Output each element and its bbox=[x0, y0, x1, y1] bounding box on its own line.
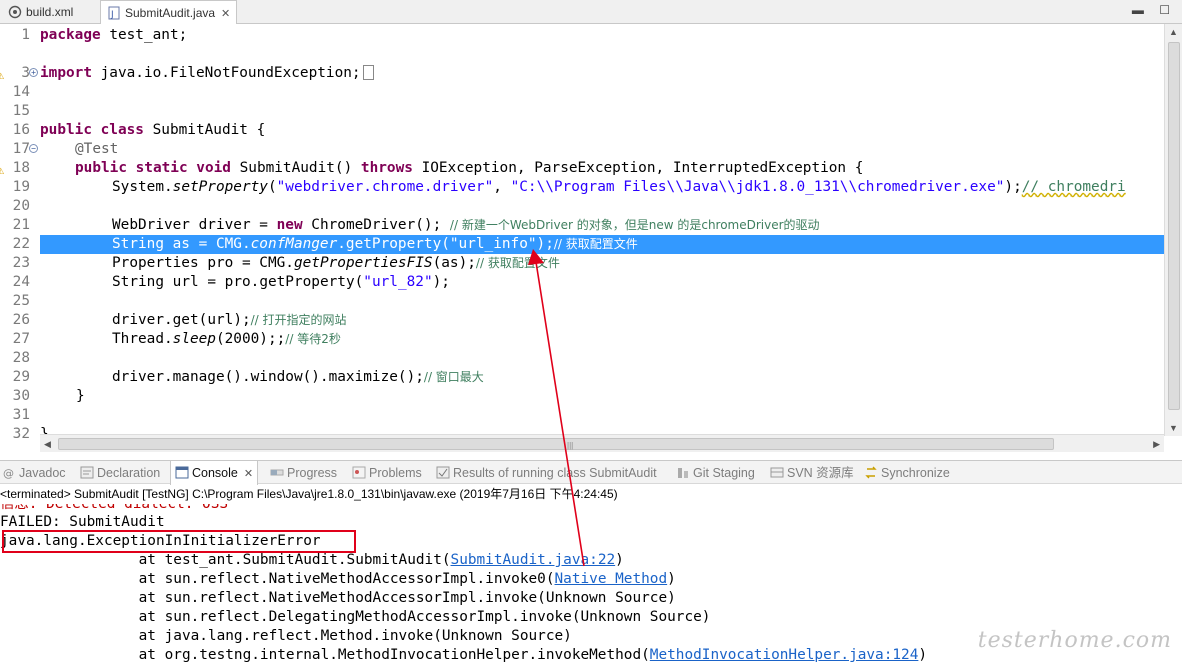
code-line: 16 public class SubmitAudit { bbox=[12, 122, 266, 138]
scroll-right-arrow-icon[interactable]: ▶ bbox=[1153, 439, 1160, 450]
code-line: 20 bbox=[12, 198, 30, 214]
close-icon[interactable]: ✕ bbox=[244, 468, 253, 480]
scroll-up-arrow-icon[interactable]: ▲ bbox=[1169, 27, 1178, 37]
declaration-icon bbox=[80, 466, 94, 479]
xml-file-icon bbox=[8, 5, 22, 19]
stack-trace-link[interactable]: MethodInvocationHelper.java:124 bbox=[650, 647, 919, 663]
window-controls[interactable]: ▬ ☐ bbox=[1132, 3, 1176, 17]
tab-problems[interactable]: Problems bbox=[352, 461, 422, 485]
tab-progress[interactable]: Progress bbox=[270, 461, 337, 485]
code-line: 26 driver.get(url);// 打开指定的网站 bbox=[12, 312, 347, 328]
problems-icon bbox=[352, 466, 366, 479]
tab-synchronize[interactable]: Synchronize bbox=[864, 461, 950, 485]
testng-results-icon bbox=[436, 466, 450, 479]
tab-console[interactable]: Console ✕ bbox=[170, 461, 259, 485]
stack-trace-link[interactable]: Native Method bbox=[555, 571, 668, 587]
javadoc-icon: @ bbox=[3, 467, 14, 479]
editor-horizontal-scrollbar[interactable]: ◀ ||| ▶ bbox=[40, 434, 1164, 452]
editor-vertical-scrollbar[interactable]: ▲ ▼ bbox=[1164, 24, 1182, 436]
synchronize-icon bbox=[865, 466, 877, 479]
code-line: 19 System.setProperty("webdriver.chrome.d… bbox=[12, 179, 1126, 195]
scroll-left-arrow-icon[interactable]: ◀ bbox=[44, 439, 51, 450]
editor-tab-bar: build.xml J SubmitAudit.java ✕ ▬ ☐ bbox=[0, 0, 1182, 25]
code-line-selected: 22 String as = CMG.confManger.getProperty… bbox=[12, 236, 638, 252]
code-line: 29 driver.manage().window().maximize();//… bbox=[12, 369, 484, 385]
code-line: ⚠ 18 public static void SubmitAudit() thro… bbox=[0, 159, 1164, 178]
code-line: 25 bbox=[12, 293, 30, 309]
expand-fold-icon[interactable]: + bbox=[29, 68, 38, 77]
console-process-header: <terminated> SubmitAudit [TestNG] C:\Pro… bbox=[0, 487, 618, 501]
scroll-down-arrow-icon[interactable]: ▼ bbox=[1169, 423, 1178, 433]
code-line: 15 bbox=[12, 103, 30, 119]
view-tab-bar: @ Javadoc Declaration Console ✕ Progress P… bbox=[0, 460, 1182, 485]
code-line: 28 bbox=[12, 350, 30, 366]
code-line: ⚠ 3 + import java.io.FileNotFoundException; bbox=[0, 64, 1164, 83]
stack-trace-line: at sun.reflect.NativeMethodAccessorImpl.… bbox=[72, 590, 676, 606]
tab-git-staging[interactable]: Git Staging bbox=[676, 461, 755, 485]
stack-trace-line: at test_ant.SubmitAudit.SubmitAudit(Subm… bbox=[72, 552, 624, 568]
error-highlight-box bbox=[2, 530, 356, 553]
vertical-scroll-thumb[interactable] bbox=[1168, 42, 1180, 410]
code-line: 27 Thread.sleep(2000);;// 等待2秒 bbox=[12, 331, 341, 347]
tab-submitaudit-java[interactable]: J SubmitAudit.java ✕ bbox=[100, 0, 238, 25]
code-line: 31 bbox=[12, 407, 30, 423]
stack-trace-line: at java.lang.reflect.Method.invoke(Unkno… bbox=[72, 628, 572, 644]
code-line: 14 bbox=[12, 84, 30, 100]
code-line: 1 package test_ant; bbox=[21, 27, 188, 43]
tab-svn-repository[interactable]: SVN 资源库 bbox=[770, 461, 854, 485]
tab-declaration[interactable]: Declaration bbox=[80, 461, 160, 485]
console-icon bbox=[175, 466, 189, 479]
tab-label: SubmitAudit.java bbox=[125, 6, 216, 20]
git-staging-icon bbox=[678, 468, 688, 478]
stack-trace-line: at org.testng.internal.MethodInvocationH… bbox=[72, 647, 928, 663]
code-line: 17− @Test bbox=[12, 141, 119, 157]
watermark: testerhome.com bbox=[977, 628, 1172, 653]
stack-trace-line: at sun.reflect.DelegatingMethodAccessorI… bbox=[72, 609, 711, 625]
svg-text:J: J bbox=[110, 10, 114, 20]
tab-testng-results[interactable]: Results of running class SubmitAudit bbox=[436, 461, 657, 485]
code-editor[interactable]: 1 package test_ant; ⚠ 3 + import java.io.Fil… bbox=[0, 24, 1182, 452]
stack-trace-link[interactable]: SubmitAudit.java:22 bbox=[451, 552, 616, 568]
svn-repository-icon bbox=[770, 467, 784, 478]
tab-label: build.xml bbox=[26, 5, 74, 19]
code-line: 21 WebDriver driver = new ChromeDriver();… bbox=[12, 217, 820, 233]
stack-trace-line: at sun.reflect.NativeMethodAccessorImpl.… bbox=[72, 571, 676, 587]
java-file-icon: J bbox=[108, 6, 120, 20]
progress-icon bbox=[270, 469, 284, 476]
svg-text:@: @ bbox=[3, 467, 14, 479]
collapse-fold-icon[interactable]: − bbox=[29, 144, 38, 153]
tab-build-xml[interactable]: build.xml bbox=[2, 0, 79, 24]
tab-javadoc[interactable]: @ Javadoc bbox=[2, 461, 66, 485]
horizontal-scroll-thumb[interactable]: ||| bbox=[58, 438, 1054, 450]
close-icon[interactable]: ✕ bbox=[221, 8, 230, 20]
collapsed-imports-icon[interactable] bbox=[362, 65, 374, 80]
code-line: 23 Properties pro = CMG.getPropertiesFIS(… bbox=[12, 255, 560, 271]
code-line: 24 String url = pro.getProperty("url_82")… bbox=[12, 274, 450, 290]
code-line: 30} bbox=[12, 388, 85, 404]
